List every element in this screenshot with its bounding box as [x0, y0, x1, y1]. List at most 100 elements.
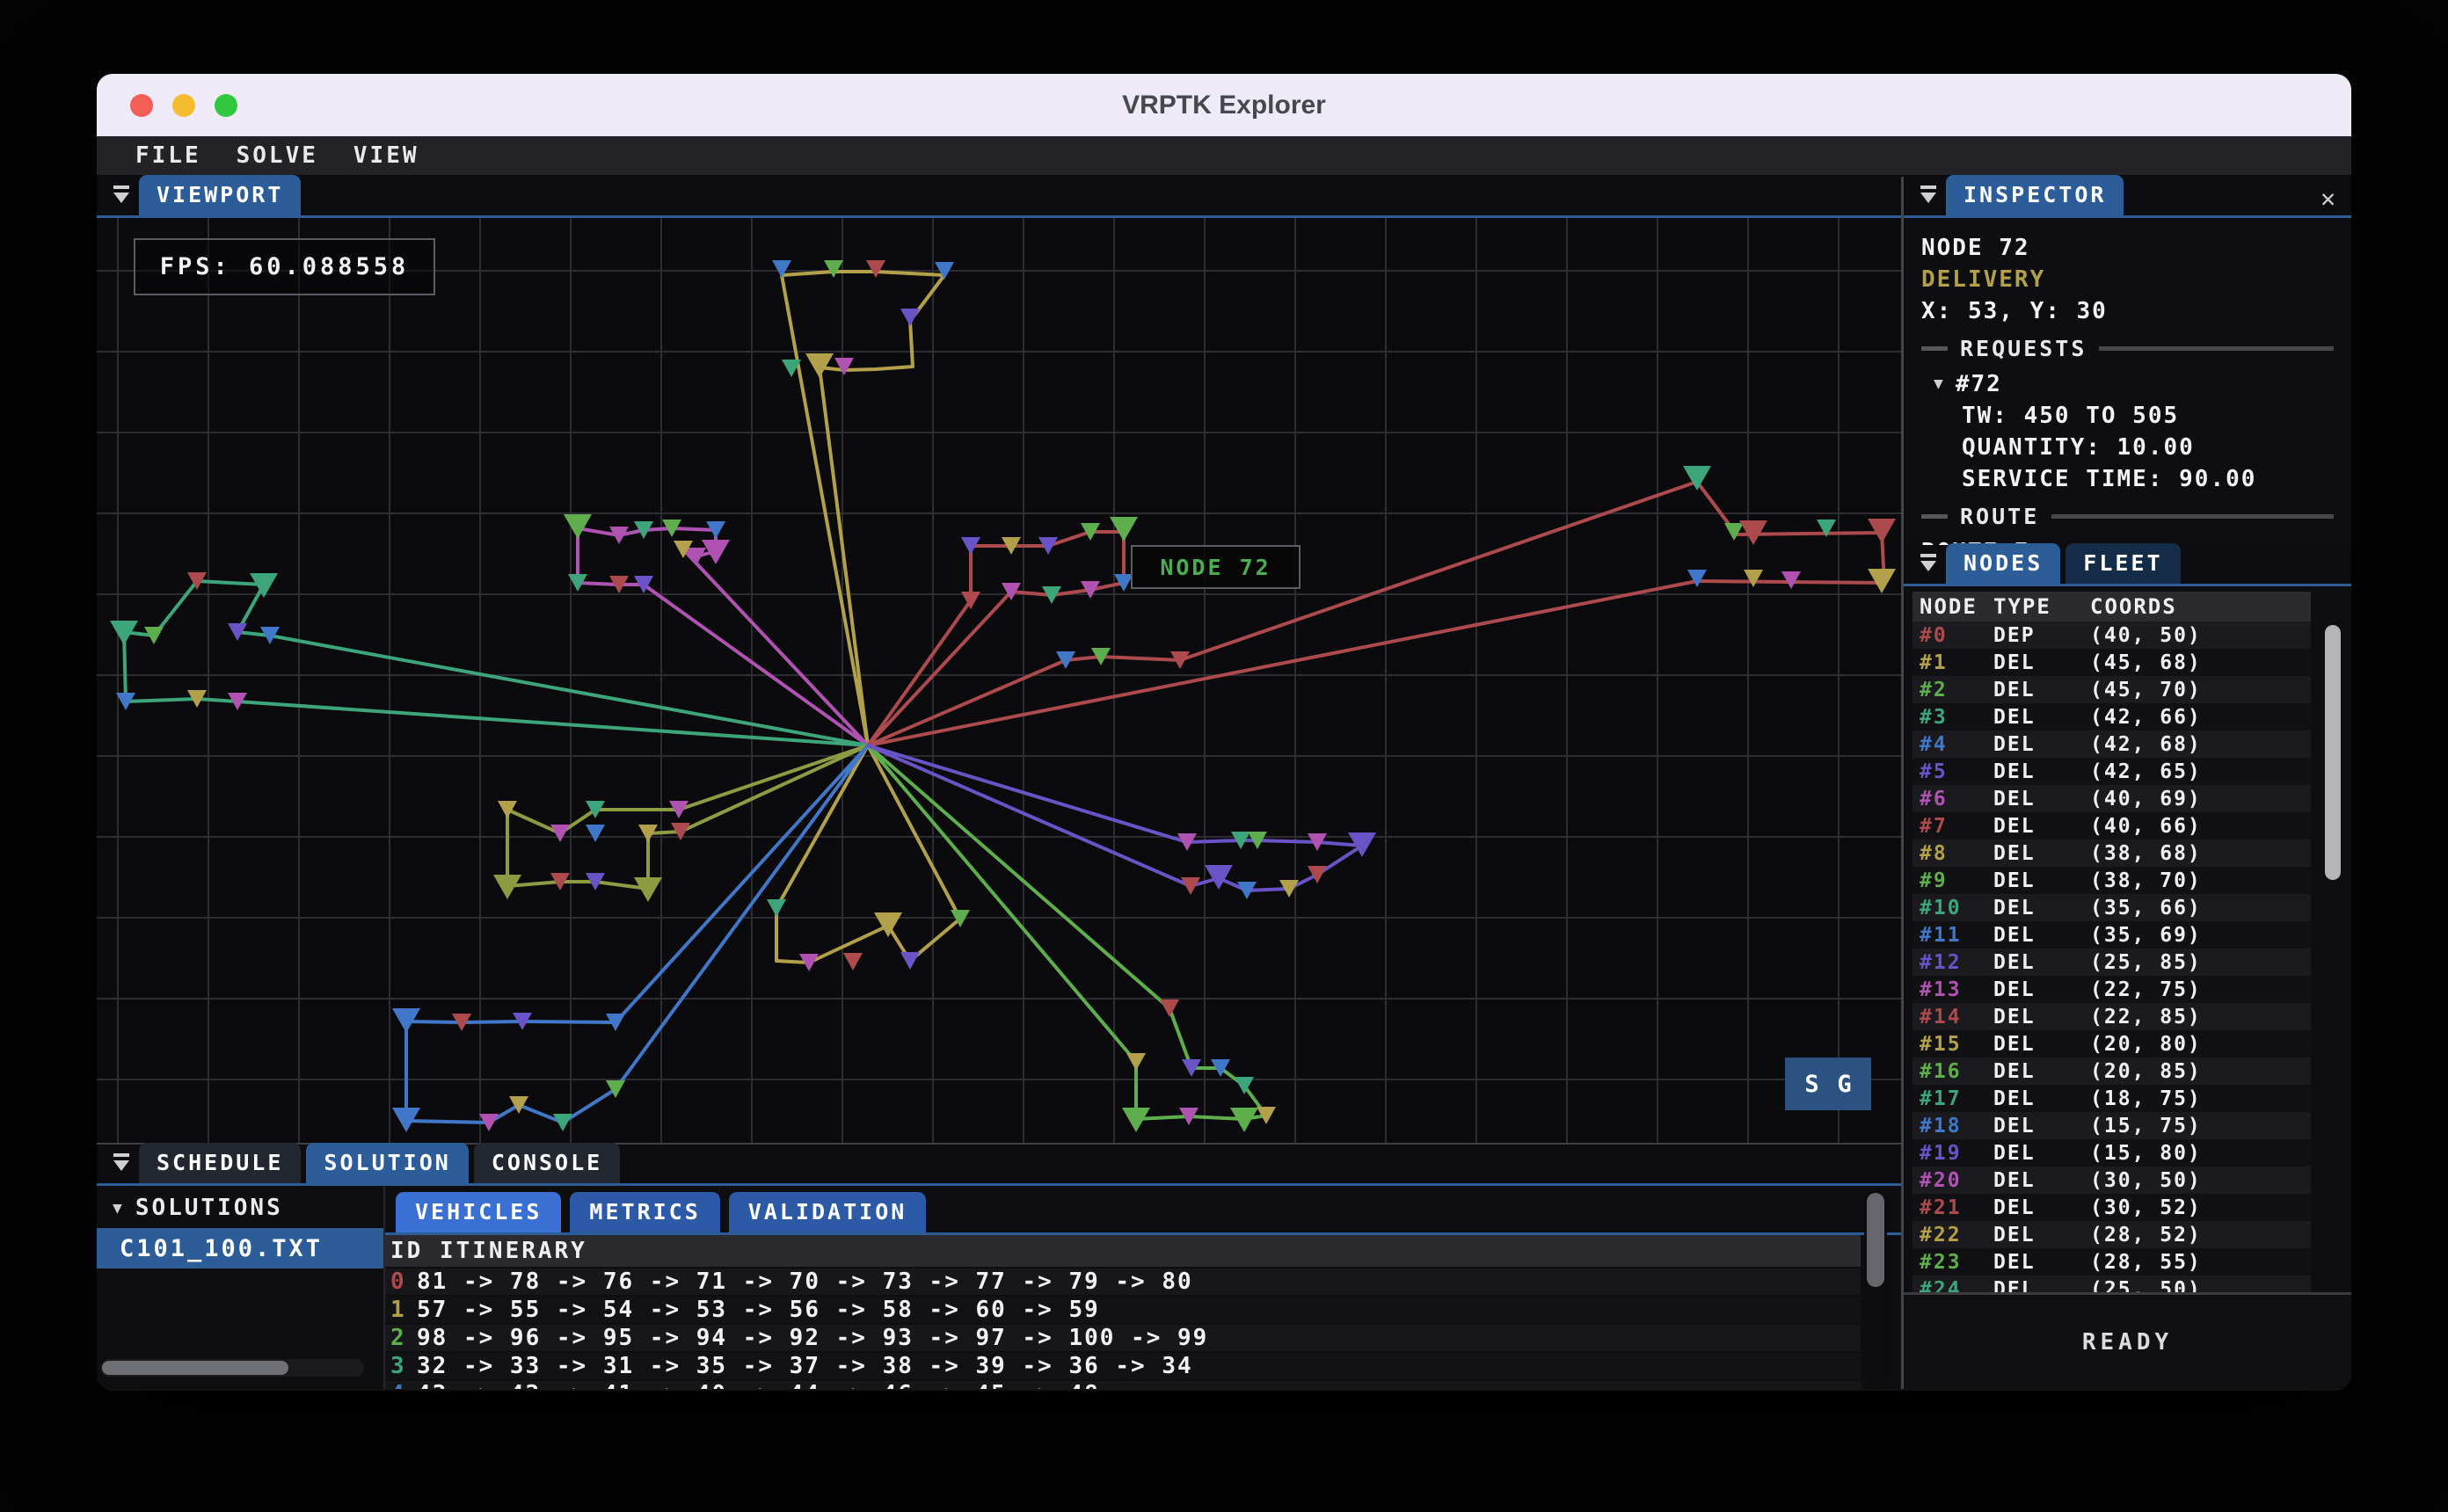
vehicle-itinerary: 32 -> 33 -> 31 -> 35 -> 37 -> 38 -> 39 -… — [417, 1353, 1193, 1379]
node-marker[interactable] — [1126, 1053, 1146, 1071]
vehicle-itinerary: 98 -> 96 -> 95 -> 94 -> 92 -> 93 -> 97 -… — [417, 1325, 1208, 1351]
node-table-row[interactable]: #21DEL(30, 52) — [1912, 1194, 2311, 1221]
node-table-row[interactable]: #3DEL(42, 66) — [1912, 703, 2311, 731]
node-table-row[interactable]: #15DEL(20, 80) — [1912, 1030, 2311, 1058]
node-marker[interactable] — [900, 952, 920, 970]
collapse-viewport-icon[interactable] — [109, 184, 135, 210]
node-table-row[interactable]: #10DEL(35, 66) — [1912, 894, 2311, 921]
node-table-row[interactable]: #23DEL(28, 55) — [1912, 1248, 2311, 1276]
itinerary-row[interactable]: 157 -> 55 -> 54 -> 53 -> 56 -> 58 -> 60 … — [385, 1297, 1861, 1323]
node-marker[interactable] — [834, 358, 854, 375]
close-window-button[interactable] — [130, 94, 153, 117]
tab-metrics[interactable]: METRICS — [570, 1192, 719, 1232]
menu-item-view[interactable]: VIEW — [353, 142, 419, 169]
title-bar: VRPTK Explorer — [97, 74, 2351, 136]
node-marker[interactable] — [1308, 866, 1327, 883]
node-table-row[interactable]: #24DEL(25, 50) — [1912, 1276, 2311, 1292]
node-marker[interactable] — [564, 514, 592, 539]
minimize-window-button[interactable] — [172, 94, 195, 117]
itinerary-v-scrollbar-thumb[interactable] — [1867, 1193, 1884, 1287]
node-table-row[interactable]: #17DEL(18, 75) — [1912, 1085, 2311, 1112]
node-table-row[interactable]: #2DEL(45, 70) — [1912, 676, 2311, 703]
node-table-row[interactable]: #13DEL(22, 75) — [1912, 976, 2311, 1003]
node-marker[interactable] — [1160, 1000, 1179, 1017]
node-table-row[interactable]: #9DEL(38, 70) — [1912, 867, 2311, 894]
node-table-row[interactable]: #16DEL(20, 85) — [1912, 1058, 2311, 1085]
collapse-inspector-icon[interactable] — [1916, 184, 1942, 210]
nodes-scrollbar-thumb[interactable] — [2325, 625, 2341, 880]
node-table-row[interactable]: #19DEL(15, 80) — [1912, 1139, 2311, 1167]
node-table-row[interactable]: #22DEL(28, 52) — [1912, 1221, 2311, 1248]
node-marker[interactable] — [509, 1096, 528, 1114]
snap-grid-toggle[interactable]: SG — [1785, 1058, 1871, 1110]
viewport-canvas[interactable]: FPS: 60.088558 NODE 72 SG — [97, 218, 1901, 1143]
node-marker[interactable] — [553, 1114, 572, 1131]
node-id: #19 — [1912, 1142, 1993, 1165]
node-marker[interactable] — [1235, 1077, 1254, 1094]
menu-bar: FILE SOLVE VIEW — [97, 136, 2351, 177]
toggle-g[interactable]: G — [1837, 1071, 1851, 1098]
solution-file-item[interactable]: C101_100.TXT — [97, 1228, 383, 1268]
node-marker[interactable] — [1868, 519, 1896, 543]
tab-console[interactable]: CONSOLE — [474, 1143, 620, 1183]
itinerary-row[interactable]: 332 -> 33 -> 31 -> 35 -> 37 -> 38 -> 39 … — [385, 1353, 1861, 1379]
tab-validation[interactable]: VALIDATION — [729, 1192, 927, 1232]
node-marker[interactable] — [900, 309, 920, 326]
node-marker[interactable] — [767, 899, 786, 917]
tab-fleet[interactable]: FLEET — [2066, 543, 2180, 584]
itinerary-row[interactable]: 298 -> 96 -> 95 -> 94 -> 92 -> 93 -> 97 … — [385, 1325, 1861, 1351]
node-marker[interactable] — [866, 260, 885, 278]
node-table-row[interactable]: #5DEL(42, 65) — [1912, 758, 2311, 785]
node-id: #12 — [1912, 951, 1993, 974]
node-table-row[interactable]: #6DEL(40, 69) — [1912, 785, 2311, 812]
menu-item-file[interactable]: FILE — [135, 142, 201, 169]
node-type: DEL — [1993, 1224, 2090, 1247]
solutions-h-scrollbar-thumb[interactable] — [102, 1361, 288, 1375]
tab-vehicles[interactable]: VEHICLES — [396, 1192, 561, 1232]
node-marker[interactable] — [874, 912, 902, 937]
node-table-row[interactable]: #0DEP(40, 50) — [1912, 622, 2311, 649]
node-marker[interactable] — [586, 825, 605, 842]
node-marker[interactable] — [843, 953, 863, 970]
route-0-red — [868, 482, 1884, 745]
menu-item-solve[interactable]: SOLVE — [237, 142, 318, 169]
node-id: #0 — [1912, 624, 1993, 647]
node-table-row[interactable]: #20DEL(30, 50) — [1912, 1167, 2311, 1194]
toggle-s[interactable]: S — [1804, 1071, 1818, 1098]
collapse-nodes-icon[interactable] — [1916, 552, 1942, 578]
itinerary-row[interactable]: 081 -> 78 -> 76 -> 71 -> 70 -> 73 -> 77 … — [385, 1268, 1861, 1295]
node-marker[interactable] — [961, 592, 980, 609]
node-table-row[interactable]: #7DEL(40, 66) — [1912, 812, 2311, 840]
node-marker[interactable] — [1744, 570, 1763, 587]
tab-solution[interactable]: SOLUTION — [306, 1143, 468, 1183]
node-marker[interactable] — [550, 825, 570, 842]
node-marker[interactable] — [634, 877, 662, 902]
tab-nodes[interactable]: NODES — [1946, 543, 2060, 584]
node-table-row[interactable]: #4DEL(42, 68) — [1912, 731, 2311, 758]
node-table-row[interactable]: #18DEL(15, 75) — [1912, 1112, 2311, 1139]
zoom-window-button[interactable] — [215, 94, 237, 117]
node-table-row[interactable]: #12DEL(25, 85) — [1912, 949, 2311, 976]
collapse-bottom-panel-icon[interactable] — [109, 1152, 135, 1178]
node-marker[interactable] — [1205, 865, 1233, 890]
node-type: DEL — [1993, 924, 2090, 947]
tab-schedule[interactable]: SCHEDULE — [139, 1143, 301, 1183]
node-marker[interactable] — [1687, 570, 1707, 587]
node-table-row[interactable]: #11DEL(35, 69) — [1912, 921, 2311, 949]
node-marker[interactable] — [498, 801, 517, 818]
node-id: #18 — [1912, 1115, 1993, 1138]
tab-inspector[interactable]: INSPECTOR — [1946, 175, 2124, 215]
node-table-row[interactable]: #8DEL(38, 68) — [1912, 840, 2311, 867]
node-table-row[interactable]: #1DEL(45, 68) — [1912, 649, 2311, 676]
node-marker[interactable] — [1181, 877, 1200, 895]
close-inspector-icon[interactable]: ✕ — [2320, 184, 2335, 213]
request-expand-icon[interactable]: ▼ — [1934, 368, 1945, 400]
node-marker[interactable] — [824, 260, 843, 278]
itinerary-row[interactable]: 443 -> 42 -> 41 -> 40 -> 44 -> 46 -> 45 … — [385, 1381, 1861, 1389]
node-marker[interactable] — [1724, 523, 1744, 541]
node-marker[interactable] — [805, 353, 834, 378]
tree-expand-icon[interactable]: ▼ — [113, 1199, 125, 1218]
node-type: DEL — [1993, 1033, 2090, 1056]
node-table-row[interactable]: #14DEL(22, 85) — [1912, 1003, 2311, 1030]
tab-viewport[interactable]: VIEWPORT — [139, 175, 301, 215]
